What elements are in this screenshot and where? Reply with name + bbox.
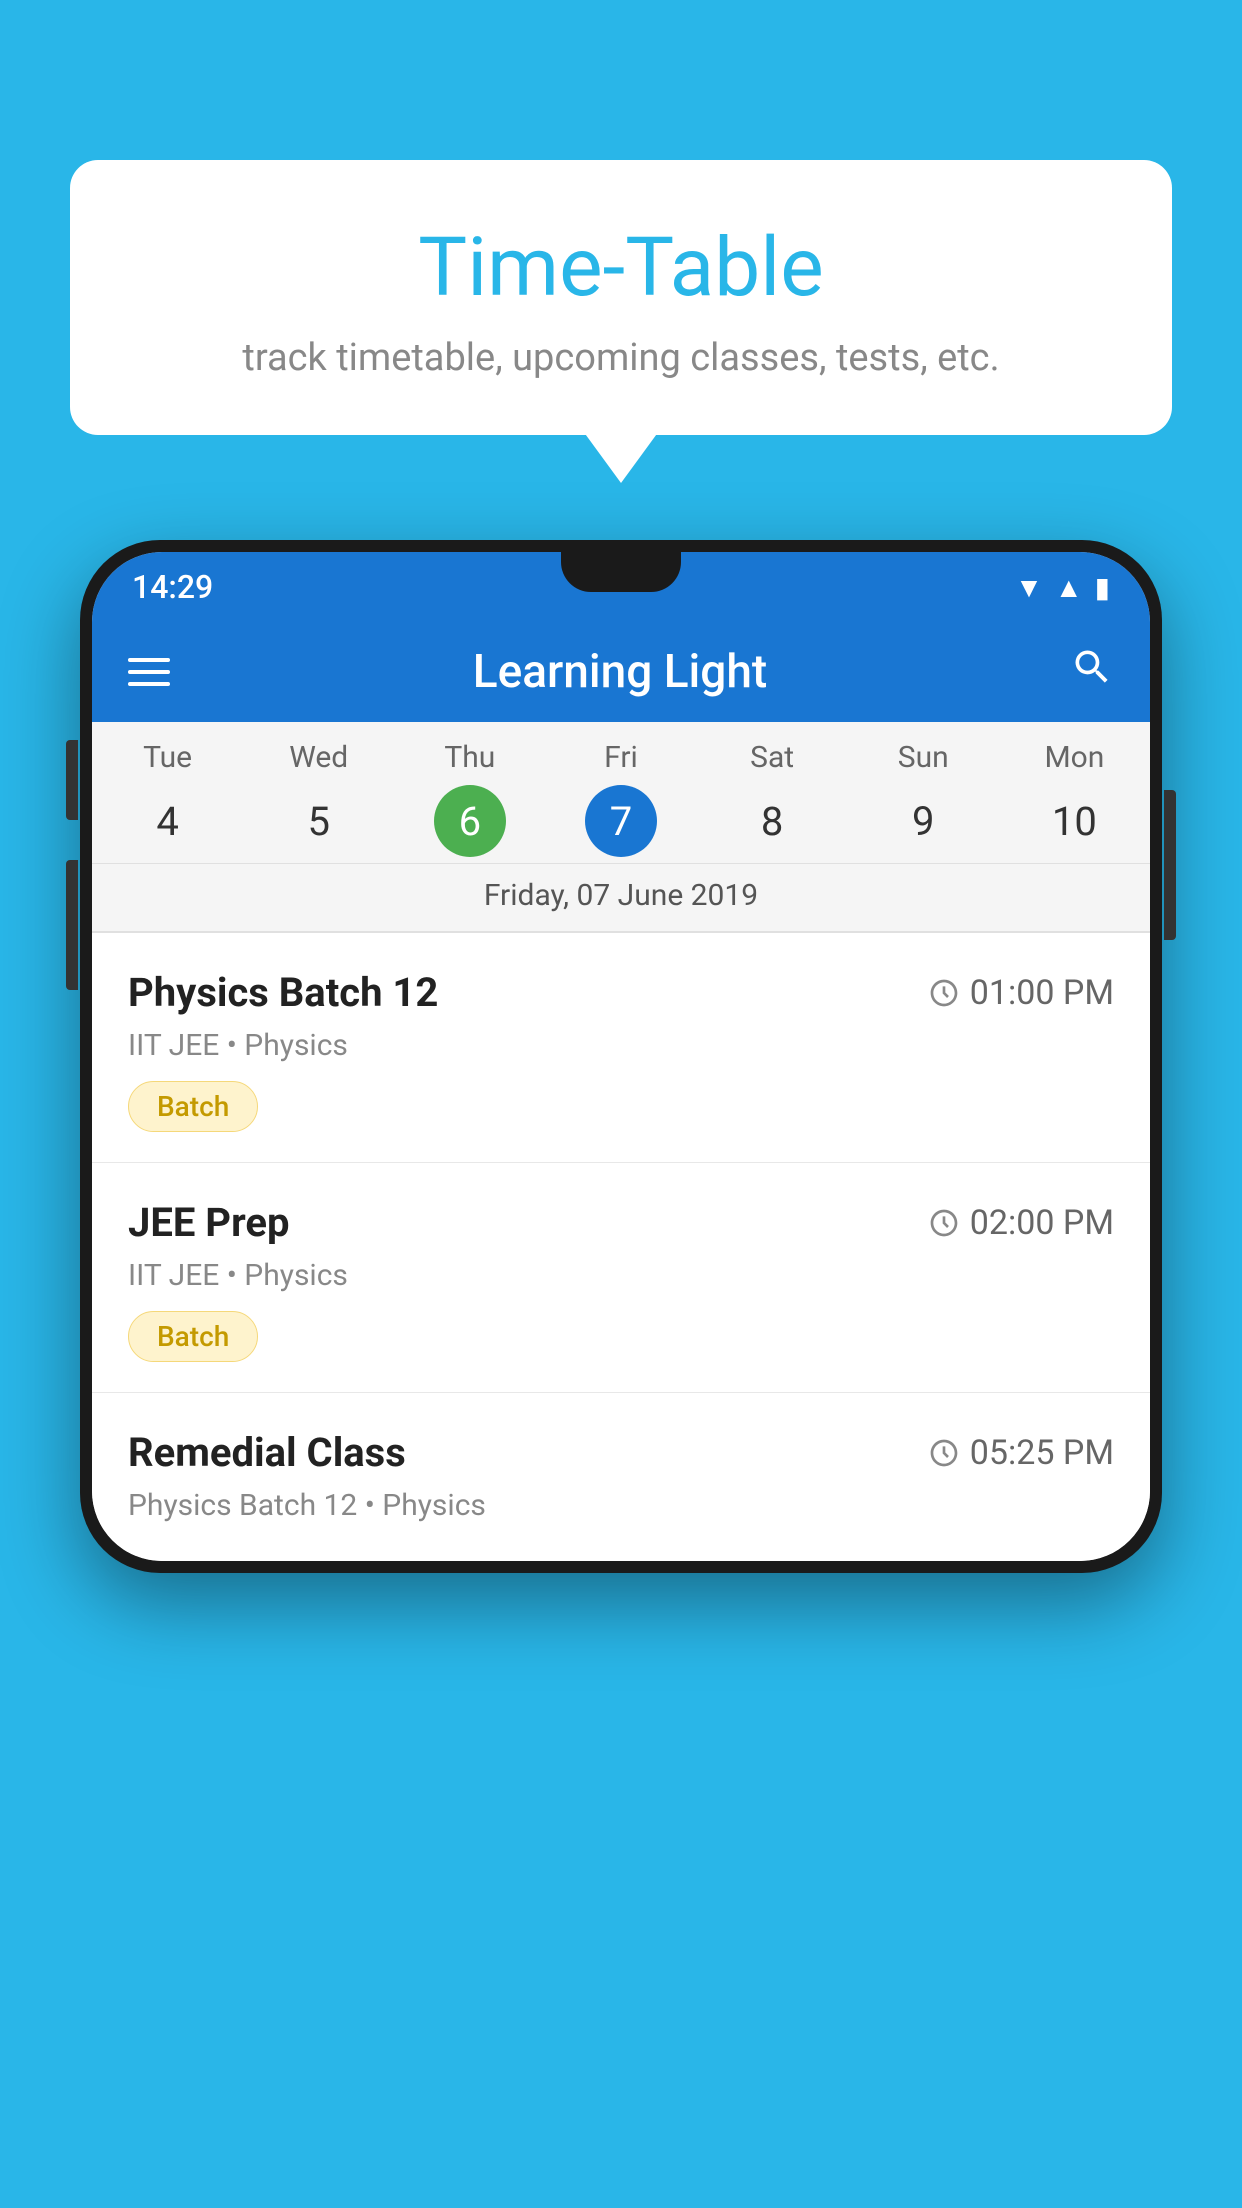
clock-icon-1: [928, 977, 960, 1009]
class-name-2: JEE Prep: [128, 1199, 289, 1246]
class-name-1: Physics Batch 12: [128, 969, 438, 1016]
class-time-1: 01:00 PM: [928, 973, 1114, 1013]
day-name-mon: Mon: [1044, 740, 1104, 775]
phone-outer: 14:29 ▼ ▲ ▮ Learning Light: [80, 540, 1162, 1573]
search-button[interactable]: [1070, 645, 1114, 700]
class-item-1[interactable]: Physics Batch 12 01:00 PM IIT JEE • Phys…: [92, 933, 1150, 1163]
notch: [561, 552, 681, 592]
day-num-mon: 10: [1038, 785, 1110, 857]
class-item-3-header: Remedial Class 05:25 PM: [128, 1429, 1114, 1476]
day-col-tue[interactable]: Tue 4: [93, 740, 243, 857]
signal-icon: ▲: [1055, 571, 1083, 604]
menu-icon-line3: [128, 682, 170, 686]
status-bar: 14:29 ▼ ▲ ▮: [92, 552, 1150, 622]
day-name-sun: Sun: [898, 740, 949, 775]
day-num-sat: 8: [736, 785, 808, 857]
class-name-3: Remedial Class: [128, 1429, 406, 1476]
day-name-wed: Wed: [289, 740, 348, 775]
toolbar-title: Learning Light: [170, 645, 1070, 699]
clock-icon-2: [928, 1207, 960, 1239]
day-name-thu: Thu: [444, 740, 495, 775]
day-col-fri[interactable]: Fri 7: [546, 740, 696, 857]
day-num-wed: 5: [283, 785, 355, 857]
day-name-fri: Fri: [604, 740, 638, 775]
side-button-power: [1164, 790, 1176, 940]
day-num-thu: 6: [434, 785, 506, 857]
day-col-thu[interactable]: Thu 6: [395, 740, 545, 857]
day-num-tue: 4: [132, 785, 204, 857]
batch-badge-1: Batch: [128, 1081, 258, 1132]
day-col-sat[interactable]: Sat 8: [697, 740, 847, 857]
clock-icon-3: [928, 1437, 960, 1469]
day-num-sun: 9: [887, 785, 959, 857]
menu-icon-line2: [128, 670, 170, 674]
day-name-tue: Tue: [143, 740, 192, 775]
status-icons: ▼ ▲ ▮: [1015, 571, 1110, 604]
day-col-sun[interactable]: Sun 9: [848, 740, 998, 857]
app-subtitle: track timetable, upcoming classes, tests…: [120, 336, 1122, 380]
class-item-3[interactable]: Remedial Class 05:25 PM Physics Batch 12…: [92, 1393, 1150, 1561]
side-button-volume-down: [66, 860, 78, 990]
side-button-volume-up: [66, 740, 78, 820]
app-toolbar: Learning Light: [92, 622, 1150, 722]
menu-button[interactable]: [128, 658, 170, 686]
wifi-icon: ▼: [1015, 571, 1043, 604]
selected-date-label: Friday, 07 June 2019: [92, 864, 1150, 933]
class-detail-1: IIT JEE • Physics: [128, 1028, 1114, 1063]
app-title: Time-Table: [120, 220, 1122, 316]
speech-bubble-card: Time-Table track timetable, upcoming cla…: [70, 160, 1172, 435]
class-time-2: 02:00 PM: [928, 1203, 1114, 1243]
batch-badge-2: Batch: [128, 1311, 258, 1362]
menu-icon-line1: [128, 658, 170, 662]
day-num-fri: 7: [585, 785, 657, 857]
status-time: 14:29: [132, 568, 213, 606]
class-time-3: 05:25 PM: [928, 1433, 1114, 1473]
day-col-wed[interactable]: Wed 5: [244, 740, 394, 857]
class-item-2-header: JEE Prep 02:00 PM: [128, 1199, 1114, 1246]
class-item-2[interactable]: JEE Prep 02:00 PM IIT JEE • Physics Batc…: [92, 1163, 1150, 1393]
class-item-1-header: Physics Batch 12 01:00 PM: [128, 969, 1114, 1016]
phone-mockup: 14:29 ▼ ▲ ▮ Learning Light: [80, 540, 1162, 2208]
day-name-sat: Sat: [750, 740, 794, 775]
battery-icon: ▮: [1095, 571, 1110, 604]
class-detail-3: Physics Batch 12 • Physics: [128, 1488, 1114, 1523]
calendar-week-row: Tue 4 Wed 5 Thu 6 Fri 7 Sat 8: [92, 722, 1150, 864]
class-detail-2: IIT JEE • Physics: [128, 1258, 1114, 1293]
day-col-mon[interactable]: Mon 10: [999, 740, 1149, 857]
phone-screen: 14:29 ▼ ▲ ▮ Learning Light: [92, 552, 1150, 1561]
